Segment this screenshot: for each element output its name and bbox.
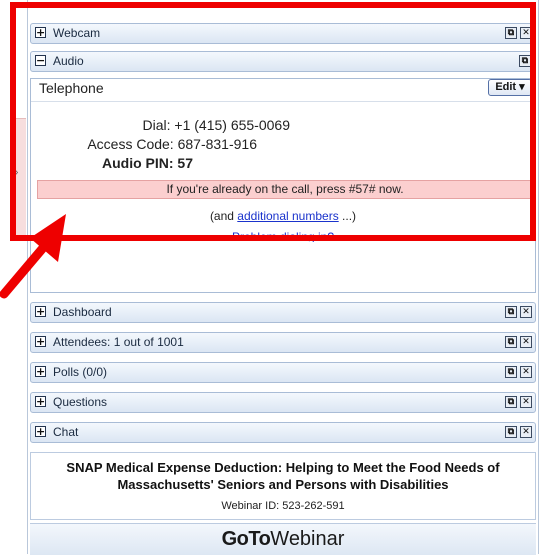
questions-label: Questions xyxy=(53,395,108,409)
attendees-panel-header[interactable]: + Attendees: 1 out of 1001 ⧉ ✕ xyxy=(30,332,536,353)
control-panel: + Webcam ⧉ ✕ − Audio ⧉ Telephone Edit ▾ … xyxy=(27,0,539,555)
popout-icon[interactable]: ⧉ xyxy=(505,27,517,39)
audio-label: Audio xyxy=(53,54,84,68)
brand-goto: GoTo xyxy=(221,528,271,550)
expand-icon[interactable]: + xyxy=(35,306,46,317)
additional-numbers-link[interactable]: additional numbers xyxy=(237,209,338,223)
popout-icon[interactable]: ⧉ xyxy=(505,426,517,438)
webinar-id: Webinar ID: 523-262-591 xyxy=(221,500,345,512)
chat-panel-header[interactable]: + Chat ⧉ ✕ xyxy=(30,422,536,443)
close-icon[interactable]: ✕ xyxy=(520,27,532,39)
divider xyxy=(31,101,535,102)
brand-logo: GoToWebinar xyxy=(30,523,536,555)
popout-icon[interactable]: ⧉ xyxy=(505,306,517,318)
expand-icon[interactable]: + xyxy=(35,396,46,407)
attendees-label: Attendees: 1 out of 1001 xyxy=(53,335,184,349)
dial-number: Dial: +1 (415) 655-0069 xyxy=(142,117,291,133)
close-icon[interactable]: ✕ xyxy=(520,366,532,378)
close-icon[interactable]: ✕ xyxy=(520,396,532,408)
dashboard-label: Dashboard xyxy=(53,305,112,319)
annotation-arrow-icon xyxy=(0,214,66,299)
chat-label: Chat xyxy=(53,425,79,439)
close-icon[interactable]: ✕ xyxy=(520,426,532,438)
edit-button[interactable]: Edit ▾ xyxy=(488,79,532,96)
webcam-panel-header[interactable]: + Webcam ⧉ ✕ xyxy=(30,23,536,44)
popout-icon[interactable]: ⧉ xyxy=(519,55,531,67)
popout-icon[interactable]: ⧉ xyxy=(505,336,517,348)
popout-icon[interactable]: ⧉ xyxy=(505,366,517,378)
polls-label: Polls (0/0) xyxy=(53,365,108,379)
expand-icon[interactable]: + xyxy=(35,366,46,377)
audio-mode-label: Telephone xyxy=(39,80,104,96)
expand-icon[interactable]: + xyxy=(35,426,46,437)
additional-numbers-line: (and additional numbers ...) xyxy=(31,209,535,223)
access-code: Access Code: 687-831-916 xyxy=(87,136,257,152)
popout-icon[interactable]: ⧉ xyxy=(505,396,517,408)
additional-suffix: ...) xyxy=(338,209,357,223)
webinar-info: SNAP Medical Expense Deduction: Helping … xyxy=(30,452,536,520)
close-icon[interactable]: ✕ xyxy=(520,306,532,318)
webcam-label: Webcam xyxy=(53,26,101,40)
audio-pin: Audio PIN: 57 xyxy=(101,155,193,171)
chevron-right-icon: › xyxy=(15,167,19,178)
dashboard-panel-header[interactable]: + Dashboard ⧉ ✕ xyxy=(30,302,536,323)
expand-icon[interactable]: + xyxy=(35,336,46,347)
polls-panel-header[interactable]: + Polls (0/0) ⧉ ✕ xyxy=(30,362,536,383)
additional-prefix: (and xyxy=(209,209,238,223)
close-icon[interactable]: ✕ xyxy=(520,336,532,348)
expand-icon[interactable]: + xyxy=(35,27,46,38)
call-notice: If you're already on the call, press #57… xyxy=(37,180,533,199)
brand-webinar: Webinar xyxy=(270,528,345,550)
collapse-icon[interactable]: − xyxy=(35,55,46,66)
problem-dialing-link[interactable]: Problem dialing in? xyxy=(31,230,535,242)
questions-panel-header[interactable]: + Questions ⧉ ✕ xyxy=(30,392,536,413)
webinar-title: SNAP Medical Expense Deduction: Helping … xyxy=(66,460,500,492)
audio-panel-body: Telephone Edit ▾ Dial: +1 (415) 655-0069… xyxy=(30,78,536,293)
audio-panel-header[interactable]: − Audio ⧉ xyxy=(30,51,536,72)
